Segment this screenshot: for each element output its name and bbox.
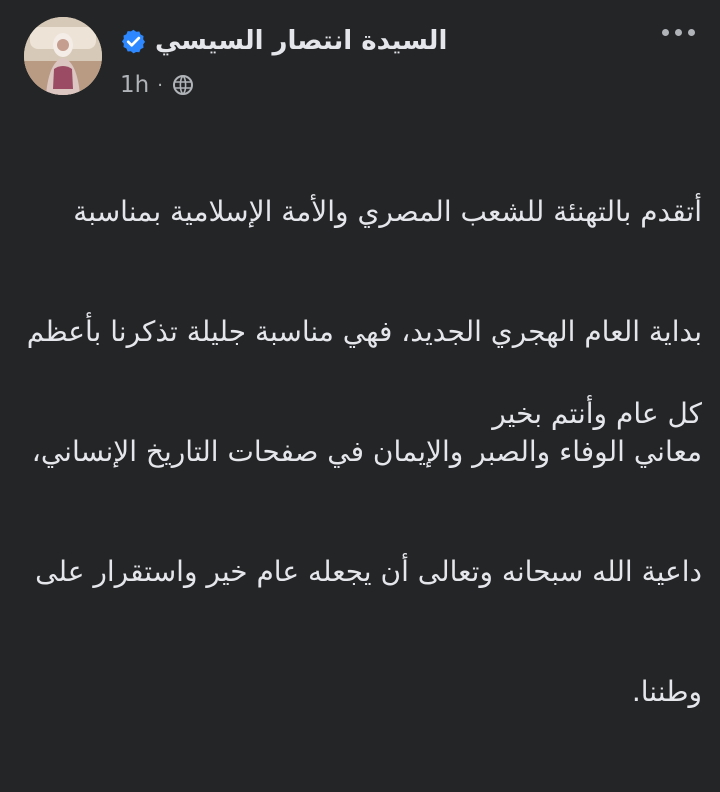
more-options-button[interactable]	[656, 18, 700, 46]
post-body-line: بداية العام الهجري الجديد، فهي مناسبة جل…	[26, 315, 702, 348]
post-body-text: أتقدم بالتهنئة للشعب المصري والأمة الإسل…	[18, 112, 702, 792]
globe-icon[interactable]	[171, 73, 195, 97]
meta-separator: ·	[157, 74, 163, 96]
author-header: السيدة انتصار السيسي	[120, 18, 447, 64]
more-dot-icon	[687, 28, 695, 36]
author-name[interactable]: السيدة انتصار السيسي	[155, 26, 447, 56]
post-time[interactable]: 1h	[120, 72, 149, 98]
facebook-post: السيدة انتصار السيسي 1h · أتقدم بالتهنئة…	[0, 0, 720, 708]
more-dot-icon	[661, 28, 669, 36]
post-body-line: داعية الله سبحانه وتعالى أن يجعله عام خي…	[35, 555, 702, 588]
post-body-line: أتقدم بالتهنئة للشعب المصري والأمة الإسل…	[73, 195, 702, 228]
post-meta: 1h ·	[120, 68, 195, 102]
author-avatar[interactable]	[24, 17, 102, 95]
post-body-line: وطننا.	[631, 675, 702, 708]
more-dot-icon	[674, 28, 682, 36]
avatar-image	[24, 17, 102, 95]
post-closing-line: كل عام وأنتم بخير	[492, 397, 702, 430]
verified-badge-icon	[121, 29, 146, 53]
post-body-line: معاني الوفاء والصبر والإيمان في صفحات ال…	[31, 435, 702, 468]
